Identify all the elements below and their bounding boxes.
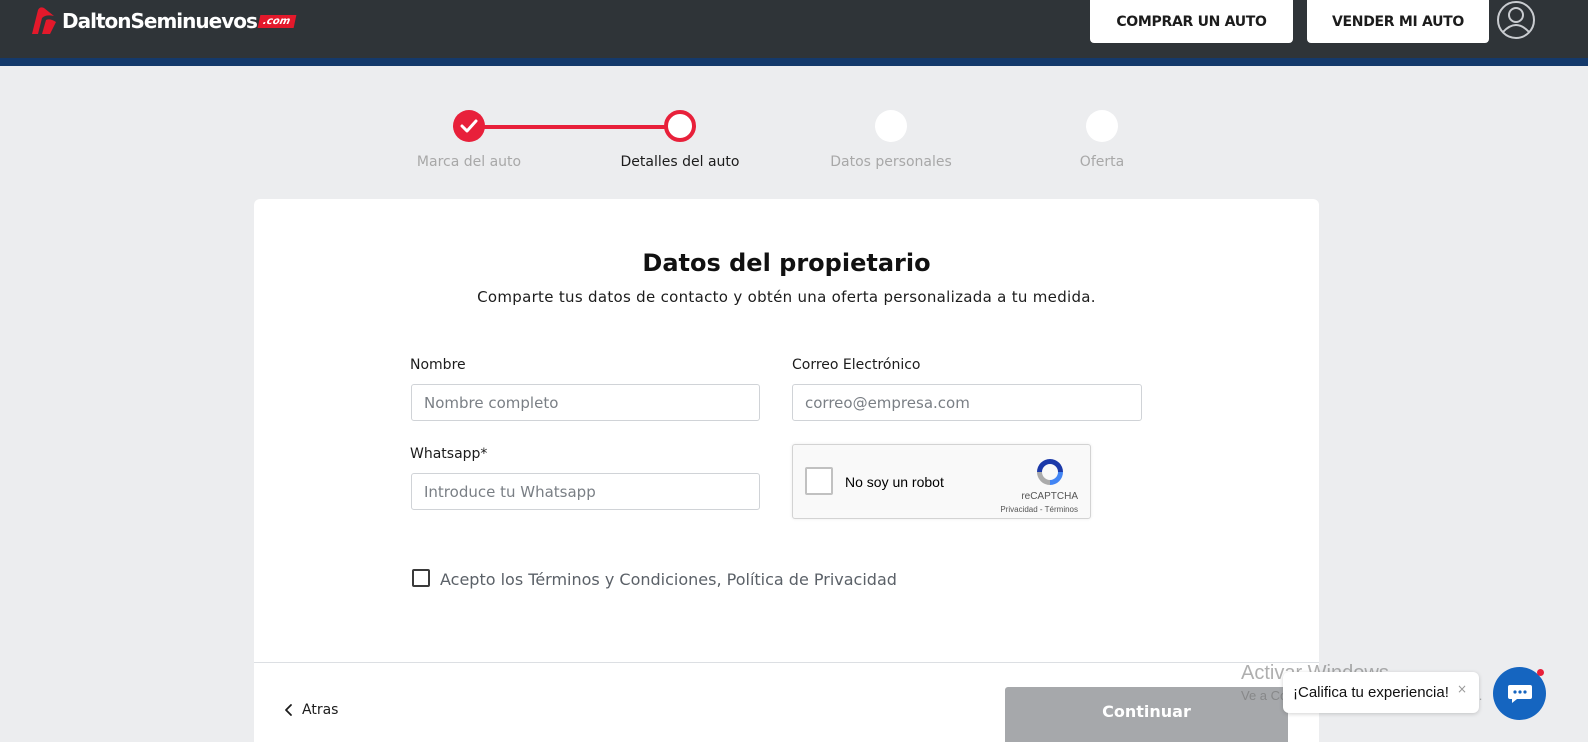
email-label: Correo Electrónico [792, 357, 921, 373]
back-label: Atras [302, 702, 339, 718]
chat-icon [1507, 684, 1532, 703]
whatsapp-input[interactable] [411, 473, 760, 510]
rate-experience-text: ¡Califica tu experiencia! [1293, 684, 1449, 701]
check-icon [460, 119, 478, 133]
recaptcha-brand: reCAPTCHA [1021, 491, 1078, 502]
form-title: Datos del propietario [642, 249, 931, 277]
name-input[interactable] [411, 384, 760, 421]
step-label: Marca del auto [416, 154, 522, 170]
step-oferta: Oferta [1012, 110, 1192, 170]
terms-checkbox[interactable] [412, 569, 430, 587]
step-pending-circle [875, 110, 907, 142]
chat-notification-dot [1537, 669, 1544, 676]
step-label: Detalles del auto [620, 154, 740, 170]
step-label: Datos personales [830, 154, 952, 170]
card-divider [254, 662, 1319, 663]
sell-car-button[interactable]: VENDER MI AUTO [1307, 0, 1489, 43]
user-account-icon[interactable] [1496, 0, 1536, 40]
terms-label[interactable]: Acepto los Términos y Condiciones, Polít… [440, 570, 897, 589]
logo-text: DaltonSeminuevos [62, 9, 258, 33]
rate-experience-bubble[interactable]: ¡Califica tu experiencia! × [1283, 672, 1479, 713]
back-link[interactable]: Atras [282, 702, 338, 718]
header-stripe [0, 58, 1588, 66]
step-pending-circle [1086, 110, 1118, 142]
brand-logo[interactable]: DaltonSeminuevos .com [28, 6, 297, 36]
step-label: Oferta [1079, 154, 1125, 170]
owner-form-card: Datos del propietario Comparte tus datos… [254, 199, 1319, 742]
recaptcha-links[interactable]: Privacidad - Términos [1000, 505, 1078, 514]
whatsapp-label: Whatsapp* [410, 446, 488, 462]
email-input[interactable] [792, 384, 1142, 421]
step-detalles: Detalles del auto [590, 110, 770, 170]
recaptcha-label: No soy un robot [845, 474, 944, 490]
form-subtitle: Comparte tus datos de contacto y obtén u… [477, 288, 1096, 306]
recaptcha-widget: No soy un robot reCAPTCHA Privacidad - T… [792, 444, 1091, 519]
step-marca: Marca del auto [379, 110, 559, 170]
step-done-circle [453, 110, 485, 142]
recaptcha-checkbox[interactable] [805, 467, 833, 495]
recaptcha-logo-icon [1037, 459, 1063, 485]
name-label: Nombre [410, 357, 466, 373]
step-datos-personales: Datos personales [801, 110, 981, 170]
buy-car-button[interactable]: COMPRAR UN AUTO [1090, 0, 1293, 43]
logo-suffix: .com [257, 14, 297, 28]
chevron-left-icon [285, 704, 292, 716]
step-active-circle [664, 110, 696, 142]
top-navbar: DaltonSeminuevos .com COMPRAR UN AUTO VE… [0, 0, 1588, 58]
close-icon[interactable]: × [1457, 682, 1467, 696]
dalton-logo-icon [32, 7, 56, 35]
